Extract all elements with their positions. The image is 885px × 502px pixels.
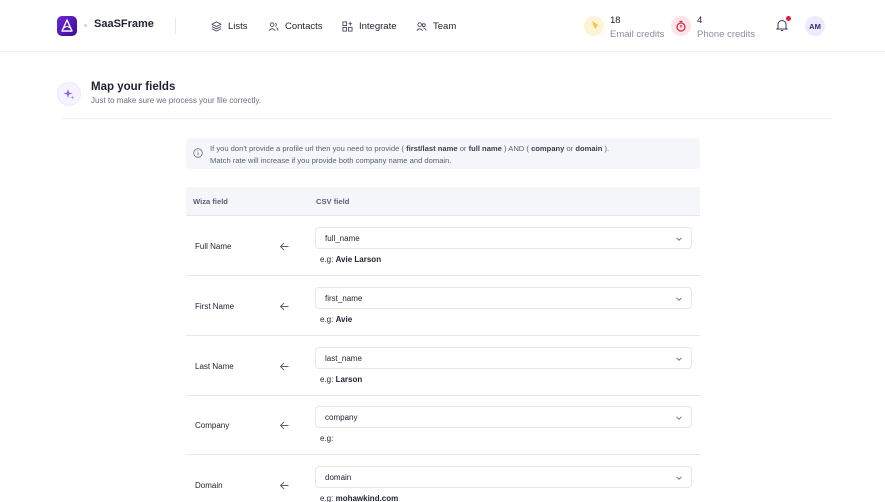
email-credits-label: Email credits <box>610 29 665 40</box>
wiza-field-label: First Name <box>195 302 235 311</box>
column-header-csv-field: CSV field <box>316 197 350 206</box>
csv-field-select[interactable]: full_name <box>315 227 692 249</box>
phone-credits-count: 4 <box>697 15 703 26</box>
csv-field-select[interactable]: first_name <box>315 287 692 309</box>
example-text: Avie Larson <box>335 255 382 264</box>
example-value: e.g: <box>320 434 333 443</box>
info-text-line2: Match rate will increase if you provide … <box>210 156 452 165</box>
column-header-wiza-field: Wiza field <box>193 197 228 206</box>
header-divider <box>175 18 176 34</box>
grid-plus-icon <box>342 21 353 31</box>
example-prefix: e.g: <box>320 434 334 443</box>
table-row: Domain domain e.g: mohawkind.com <box>186 456 700 502</box>
example-prefix: e.g: <box>320 255 336 264</box>
info-bold-domain: domain <box>575 144 603 153</box>
info-bold-full-name: full name <box>468 144 502 153</box>
team-icon <box>416 21 427 31</box>
csv-field-value: last_name <box>325 354 362 363</box>
info-text-part: ). <box>604 144 610 153</box>
wiza-field-label: Domain <box>195 481 223 490</box>
info-icon <box>193 148 203 158</box>
info-text-part: or <box>564 144 576 153</box>
example-prefix: e.g: <box>320 315 336 324</box>
info-bold-company: company <box>531 144 565 153</box>
nav-integrate[interactable]: Integrate <box>342 18 397 34</box>
example-text: Larson <box>335 375 363 384</box>
chevron-down-icon <box>676 416 682 420</box>
top-header: SaaSFrame Lists Contacts Integrate Team … <box>0 0 885 52</box>
csv-field-value: first_name <box>325 294 363 303</box>
nav-lists-label: Lists <box>228 20 248 32</box>
phone-credits-label: Phone credits <box>697 29 756 40</box>
csv-field-value: company <box>325 413 358 422</box>
workspace-name[interactable]: SaaSFrame <box>94 18 154 30</box>
example-text: mohawkind.com <box>335 494 399 502</box>
logo-separator-dot <box>84 24 87 27</box>
info-bold-first-last-name: first/last name <box>406 144 458 153</box>
nav-team-label: Team <box>433 20 457 32</box>
users-icon <box>268 21 279 31</box>
chevron-down-icon <box>676 476 682 480</box>
email-credits-icon <box>584 16 604 36</box>
app-logo[interactable] <box>57 16 77 36</box>
wiza-field-label: Company <box>195 421 230 430</box>
example-value: e.g: mohawkind.com <box>320 494 398 502</box>
csv-field-select[interactable]: last_name <box>315 347 692 369</box>
arrow-left-icon <box>279 481 289 490</box>
chevron-down-icon <box>676 357 682 361</box>
info-text-part: or <box>457 144 469 153</box>
info-banner: If you don't provide a profile url then … <box>186 138 700 169</box>
csv-field-value: domain <box>325 473 352 482</box>
phone-credits-icon <box>671 16 691 36</box>
arrow-left-icon <box>279 242 289 251</box>
example-text: Avie <box>335 315 353 324</box>
nav-contacts-label: Contacts <box>285 20 323 32</box>
sparkles-icon <box>57 82 81 106</box>
wiza-field-label: Last Name <box>195 362 234 371</box>
info-text: If you don't provide a profile url then … <box>210 143 695 167</box>
table-row: Company company e.g: <box>186 396 700 455</box>
page-title: Map your fields <box>91 81 176 93</box>
table-row: First Name first_name e.g: Avie <box>186 277 700 336</box>
chevron-down-icon <box>676 237 682 241</box>
email-credits-count: 18 <box>610 15 621 26</box>
avatar[interactable]: AM <box>805 16 825 36</box>
layers-icon <box>211 21 222 32</box>
mapping-table-header: Wiza field CSV field <box>186 187 700 216</box>
logo-icon <box>61 19 73 32</box>
wiza-field-label: Full Name <box>195 242 232 251</box>
arrow-left-icon <box>279 362 289 371</box>
info-text-part: ) AND ( <box>504 144 529 153</box>
csv-field-select[interactable]: domain <box>315 466 692 488</box>
chevron-down-icon <box>676 297 682 301</box>
page-subtitle: Just to make sure we process your file c… <box>91 96 262 105</box>
csv-field-select[interactable]: company <box>315 406 692 428</box>
nav-integrate-label: Integrate <box>359 20 397 32</box>
example-prefix: e.g: <box>320 375 336 384</box>
table-row: Last Name last_name e.g: Larson <box>186 337 700 396</box>
notification-dot <box>786 16 791 21</box>
nav-contacts[interactable]: Contacts <box>268 18 323 34</box>
nav-lists[interactable]: Lists <box>211 18 248 34</box>
example-value: e.g: Avie Larson <box>320 255 381 264</box>
info-text-part: If you don't provide a profile url then … <box>210 144 404 153</box>
arrow-left-icon <box>279 302 289 311</box>
nav-team[interactable]: Team <box>416 18 456 34</box>
example-value: e.g: Avie <box>320 315 352 324</box>
example-prefix: e.g: <box>320 494 336 502</box>
table-row: Full Name full_name e.g: Avie Larson <box>186 217 700 276</box>
arrow-left-icon <box>279 421 289 430</box>
section-divider <box>62 118 832 119</box>
csv-field-value: full_name <box>325 234 360 243</box>
example-value: e.g: Larson <box>320 375 362 384</box>
